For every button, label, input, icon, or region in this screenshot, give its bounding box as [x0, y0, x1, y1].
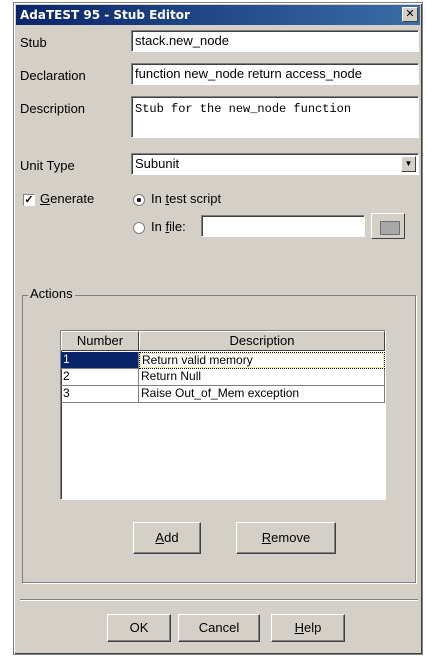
table-row[interactable]: 2 Return Null [61, 369, 385, 386]
help-button[interactable]: Help [271, 614, 345, 642]
stub-label: Stub [20, 35, 47, 50]
row-description: Raise Out_of_Mem exception [139, 386, 385, 403]
unit-type-select[interactable]: Subunit ▼ [131, 153, 419, 175]
column-header-description[interactable]: Description [139, 331, 385, 351]
description-label: Description [20, 101, 86, 116]
unit-type-value: Subunit [135, 156, 180, 171]
in-test-script-label[interactable]: In test script [151, 191, 221, 206]
actions-group-title: Actions [28, 286, 75, 301]
in-file-label[interactable]: In file: [151, 219, 186, 234]
generate-checkbox-label[interactable]: Generate [40, 191, 94, 206]
stub-editor-dialog: AdaTEST 95 - Stub Editor ✕ Stub stack.ne… [13, 2, 423, 655]
actions-table: Number Description 1 Return valid memory… [60, 330, 386, 500]
check-icon[interactable]: ✓ [23, 194, 35, 206]
title-bar: AdaTEST 95 - Stub Editor ✕ [16, 5, 420, 25]
folder-icon[interactable] [371, 213, 405, 239]
add-button[interactable]: Add [133, 522, 201, 554]
declaration-field[interactable]: function new_node return access_node [131, 63, 419, 85]
column-header-number[interactable]: Number [61, 331, 139, 351]
remove-button[interactable]: Remove [236, 522, 336, 554]
cancel-button[interactable]: Cancel [178, 614, 260, 642]
file-path-input[interactable] [201, 215, 365, 237]
ok-button[interactable]: OK [107, 614, 171, 642]
row-description: Return Null [139, 369, 385, 386]
footer-separator [20, 599, 418, 601]
window-title: AdaTEST 95 - Stub Editor [20, 8, 190, 22]
close-icon[interactable]: ✕ [402, 7, 418, 22]
in-test-script-radio[interactable] [133, 194, 145, 206]
row-number: 2 [61, 369, 139, 386]
table-row[interactable]: 3 Raise Out_of_Mem exception [61, 386, 385, 403]
in-file-radio[interactable] [133, 222, 145, 234]
unit-type-label: Unit Type [20, 158, 75, 173]
stub-field[interactable]: stack.new_node [131, 30, 419, 52]
chevron-down-icon[interactable]: ▼ [401, 156, 416, 172]
description-field[interactable]: Stub for the new_node function [131, 96, 419, 138]
row-number: 3 [61, 386, 139, 403]
row-description: Return valid memory [139, 352, 385, 369]
row-number: 1 [61, 352, 139, 369]
declaration-label: Declaration [20, 68, 86, 83]
table-row[interactable]: 1 Return valid memory [61, 352, 385, 369]
